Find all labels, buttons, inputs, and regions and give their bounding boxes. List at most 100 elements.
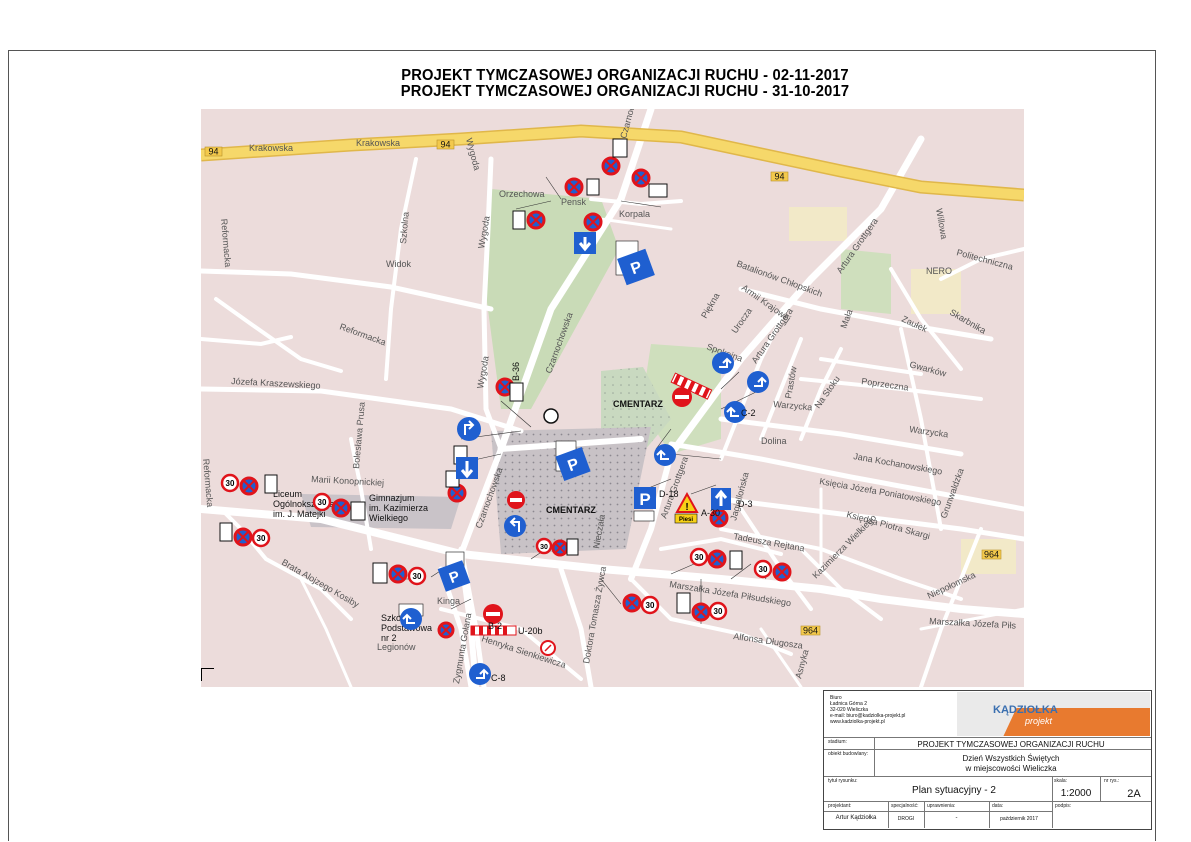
office-address: Biuro Ładnica Górna 2 32-020 Wieliczka e… (830, 695, 906, 725)
detour-board-11 (566, 538, 579, 556)
scale-label: skala: (1054, 778, 1068, 784)
svg-text:B-2: B-2 (488, 621, 502, 631)
svg-text:30: 30 (540, 544, 548, 551)
specialty-value: DROGI (897, 816, 915, 822)
no-stopping-sign-11 (388, 564, 408, 584)
road-closed-sign (543, 408, 559, 424)
drawing-value: Plan sytuacyjny - 2 (912, 785, 996, 796)
turn-sign-c-1 (654, 444, 676, 466)
speed-limit-sign-3: 30 (251, 528, 271, 548)
no-entry-sign-1 (507, 491, 525, 509)
route-badge-94-west: 94 (204, 147, 223, 157)
svg-text:94: 94 (440, 140, 450, 150)
svg-text:94: 94 (208, 147, 218, 157)
svg-text:C-2: C-2 (741, 408, 756, 418)
no-stopping-sign-5 (583, 212, 603, 232)
map-area[interactable]: 94 94 94 964 964 Krakowska Krakowska Orz… (201, 109, 1024, 687)
number-label: nr rys.: (1104, 778, 1120, 784)
label-konopnickiej: Marii Konopnickiej (311, 474, 384, 488)
number-value: 2A (1127, 788, 1141, 800)
speed-limit-sign-1: 30 (220, 473, 240, 493)
label-line: Wielkiego (369, 513, 408, 523)
no-turn-sign (540, 640, 556, 656)
svg-text:A-30: A-30 (701, 508, 720, 518)
label-gwarkow: Gwarków (908, 359, 947, 378)
svg-text:30: 30 (646, 601, 655, 610)
object-line-2: w miejscowości Wieliczka (965, 764, 1057, 773)
detour-board-1 (612, 138, 628, 158)
svg-text:964: 964 (984, 550, 999, 560)
street-map: 94 94 94 964 964 Krakowska Krakowska Orz… (201, 109, 1024, 687)
speed-limit-sign-4: 30 (407, 566, 427, 586)
label-orzechowa: Orzechowa (499, 189, 545, 199)
speed-limit-sign-5: 30 (535, 537, 553, 555)
license-label: uprawnienia: (927, 803, 956, 809)
stadium-label: stadium: (828, 739, 847, 745)
logo-brand: KĄDZIOŁKA (993, 704, 1058, 716)
svg-text:30: 30 (226, 479, 235, 488)
label-reformacka-1: Reformacka (219, 218, 233, 267)
no-stopping-sign-16 (707, 549, 727, 569)
svg-text:D-18: D-18 (659, 489, 679, 499)
route-badge-94-east: 94 (770, 172, 789, 182)
no-stopping-sign-18 (772, 562, 792, 582)
label-line: im. Kazimierza (369, 503, 428, 513)
no-stopping-sign-15 (691, 602, 711, 622)
detour-board-2 (586, 178, 600, 196)
label-prastow: Prastów (783, 365, 799, 399)
route-badge-964-south: 964 (800, 626, 821, 636)
detour-board-4 (512, 210, 526, 230)
turn-sign-c-2 (504, 515, 526, 537)
no-stopping-sign-10 (233, 527, 253, 547)
one-way-sign-d3-east (711, 488, 731, 510)
label-reformacka-2: Reformacka (338, 321, 387, 347)
one-way-sign-d3-south (456, 457, 478, 479)
no-stopping-sign-12 (437, 621, 455, 639)
label-kosiby: Brata Alojzego Kosiby (280, 557, 361, 610)
barrier-label-u20b: U-20b (518, 626, 543, 636)
no-stopping-sign-14 (622, 593, 642, 613)
turn-sign-c-4 (712, 352, 734, 374)
object-label: obiekt budowlany: (828, 751, 869, 757)
label-kinga: Kinga (437, 596, 460, 606)
label-wygoda-3: Wygoda (475, 355, 491, 389)
parking-sign-4: P (633, 487, 656, 522)
route-badge-964-east: 964 (981, 550, 1002, 560)
label-jagiellonska: Jagiellońska (728, 471, 750, 521)
detour-board-6 (264, 474, 278, 494)
plan-title-2: PROJEKT TYMCZASOWEJ ORGANIZACJI RUCHU - … (400, 83, 850, 100)
no-stopping-sign-8 (239, 476, 259, 496)
svg-text:30: 30 (714, 607, 723, 616)
svg-text:30: 30 (759, 565, 768, 574)
label-zywca: Doktora Tomasza Żywca (581, 566, 608, 665)
stadium-value: PROJEKT TYMCZASOWEJ ORGANIZACJI RUCHU (917, 740, 1105, 749)
label-widok: Widok (386, 259, 412, 269)
designer-value: Artur Kądziołka (835, 815, 877, 821)
label-korpala: Korpala (619, 209, 650, 219)
license-value: - (955, 815, 958, 821)
turn-sign-c-5 (747, 371, 769, 393)
label-line: nr 2 (381, 633, 397, 643)
drawing-label: tytuł rysunku: (828, 778, 858, 784)
detour-board-9 (372, 562, 388, 584)
company-logo: KĄDZIOŁKA projekt (957, 692, 1150, 736)
label-line: im. J. Matejki (273, 509, 326, 519)
yellow-plot (789, 207, 847, 241)
svg-text:964: 964 (803, 626, 818, 636)
svg-text:C-8: C-8 (491, 673, 506, 683)
label-legionow: Legionów (377, 642, 416, 652)
label-szkolna: Szkolna (398, 211, 411, 244)
label-poprzeczna: Poprzeczna (861, 376, 909, 393)
no-stopping-sign-1 (601, 156, 621, 176)
parking-sign-1: P (615, 240, 655, 286)
svg-text:30: 30 (695, 553, 704, 562)
no-stopping-sign-13 (551, 539, 569, 557)
speed-limit-sign-7: 30 (708, 601, 728, 621)
no-stopping-sign-9 (331, 498, 351, 518)
svg-text:D-3: D-3 (738, 499, 753, 509)
turn-sign-c-8 (469, 663, 491, 685)
one-way-sign-d3-north (574, 232, 596, 254)
turn-sign-c-west (457, 417, 481, 441)
label-warzycka-1: Warzycka (773, 399, 813, 412)
label-line: Gimnazjum (369, 493, 415, 503)
